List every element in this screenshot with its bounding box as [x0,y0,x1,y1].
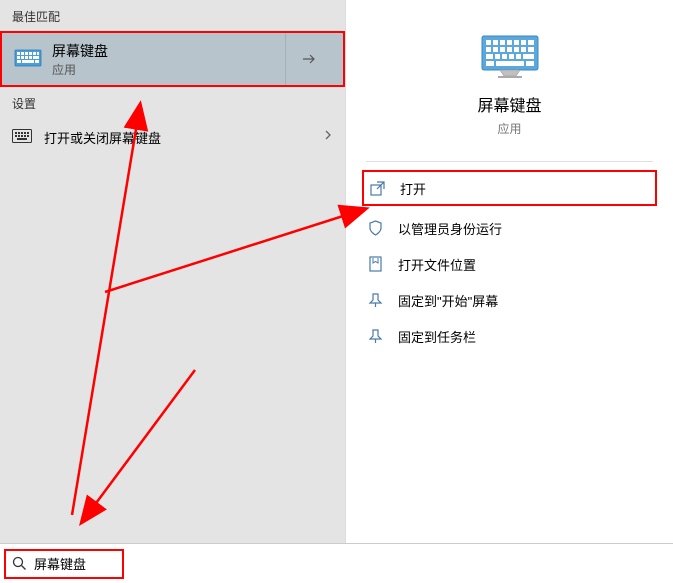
open-icon [368,179,386,197]
search-results-panel: 最佳匹配 屏幕键盘 应用 [0,0,345,543]
search-input[interactable] [34,556,114,571]
search-box[interactable] [4,549,124,579]
folder-icon [366,255,384,273]
settings-header: 设置 [0,87,345,118]
settings-item-label: 打开或关闭屏幕键盘 [44,128,323,147]
action-pin-start[interactable]: 固定到"开始"屏幕 [346,282,673,318]
best-match-result[interactable]: 屏幕键盘 应用 [0,31,345,87]
arrow-right-icon [300,50,318,68]
keyboard-app-large-icon [478,30,542,80]
action-label: 以管理员身份运行 [398,219,502,238]
action-pin-taskbar[interactable]: 固定到任务栏 [346,318,673,354]
keyboard-app-icon [14,48,42,70]
best-match-text: 屏幕键盘 应用 [52,41,285,78]
action-label: 固定到"开始"屏幕 [398,291,498,310]
app-hero: 屏幕键盘 应用 [346,20,673,161]
shield-icon [366,219,384,237]
pin-start-icon [366,291,384,309]
divider [366,161,653,162]
keyboard-icon [12,129,32,145]
settings-result-item[interactable]: 打开或关闭屏幕键盘 [0,118,345,156]
preview-panel: 屏幕键盘 应用 打开 以管理员身份运行 打开文件位置 [345,0,673,543]
action-open[interactable]: 打开 [362,170,657,206]
taskbar-search [0,543,673,583]
best-match-subtitle: 应用 [52,61,285,78]
action-label: 固定到任务栏 [398,327,476,346]
app-subtitle: 应用 [346,120,673,137]
pin-taskbar-icon [366,327,384,345]
action-label: 打开文件位置 [398,255,476,274]
search-icon [12,556,28,572]
expand-arrow-button[interactable] [285,33,331,85]
best-match-header: 最佳匹配 [0,0,345,31]
best-match-title: 屏幕键盘 [52,41,285,61]
action-open-location[interactable]: 打开文件位置 [346,246,673,282]
action-label: 打开 [400,179,426,198]
app-title: 屏幕键盘 [346,92,673,116]
chevron-right-icon [323,128,333,147]
action-run-admin[interactable]: 以管理员身份运行 [346,210,673,246]
